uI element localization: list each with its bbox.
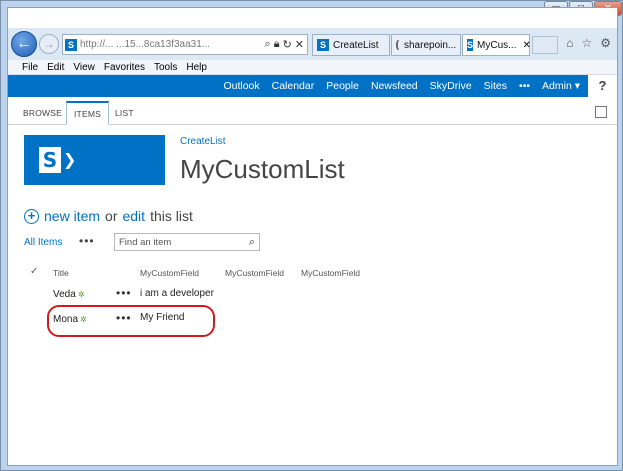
highlight-annotation <box>47 305 215 337</box>
address-bar[interactable]: S http://... ...15...8ca13f3aa31... ⌕ 🔒︎… <box>62 34 308 55</box>
sharepoint-favicon-icon: S <box>467 39 474 51</box>
suitebar-outlook[interactable]: Outlook <box>223 80 259 92</box>
home-icon[interactable]: ⌂ <box>566 36 573 50</box>
new-item-bar: + new item or edit this list <box>24 208 193 224</box>
lock-icon[interactable]: 🔒︎ <box>274 38 280 51</box>
edit-link[interactable]: edit <box>122 208 145 224</box>
site-logo[interactable]: S ❯ <box>24 135 165 185</box>
address-icons: ⌕ 🔒︎ ↻ ✕ <box>265 38 307 51</box>
search-icon[interactable]: ⌕ <box>265 38 271 51</box>
suitebar-skydrive[interactable]: SkyDrive <box>430 80 472 92</box>
tab-label: CreateList <box>333 39 379 51</box>
row-more-button[interactable]: ••• <box>116 286 132 300</box>
forward-arrow-icon: → <box>43 37 55 51</box>
add-circle-icon[interactable]: + <box>24 208 39 224</box>
breadcrumb[interactable]: CreateList <box>180 136 226 147</box>
address-text[interactable]: http://... ...15...8ca13f3aa31... <box>80 39 262 50</box>
row-title[interactable]: Veda <box>53 289 76 300</box>
menu-edit[interactable]: Edit <box>47 62 64 73</box>
focus-on-content-icon[interactable] <box>595 106 607 118</box>
back-arrow-icon: ← <box>16 35 32 52</box>
ribbon: BROWSE ITEMS LIST <box>8 97 617 125</box>
admin-menu[interactable]: Admin ▾ <box>542 80 580 92</box>
tab-items[interactable]: ITEMS <box>66 101 109 125</box>
sharepoint-arrow-icon: ❯ <box>63 152 77 169</box>
browser-window: ▭ □ ✕ ← → S http://... ...15...8ca13f3aa… <box>0 0 623 471</box>
new-tab-button[interactable] <box>532 36 558 54</box>
sharepoint-logo-icon: S <box>39 147 61 173</box>
help-button[interactable]: ? <box>588 75 617 97</box>
column-header-field-3[interactable]: MyCustomField <box>301 268 360 278</box>
loading-spinner-icon <box>396 40 400 50</box>
column-header-title[interactable]: Title <box>53 268 69 278</box>
search-icon[interactable]: ⌕ <box>249 236 255 249</box>
view-more-button[interactable]: ••• <box>79 234 95 248</box>
tab-createlist[interactable]: S CreateList <box>312 34 390 56</box>
suitebar-calendar[interactable]: Calendar <box>272 80 315 92</box>
row-field-value: i am a developer <box>140 288 214 299</box>
navigation-bar: ← → S http://... ...15...8ca13f3aa31... … <box>8 28 617 60</box>
tab-label: MyCus... <box>477 39 517 51</box>
refresh-icon[interactable]: ↻ <box>283 38 292 51</box>
or-text: or <box>105 208 118 224</box>
table-row[interactable]: Veda ✲ <box>53 289 85 300</box>
tab-sharepoint[interactable]: sharepoin... <box>391 34 461 56</box>
browser-viewport: ← → S http://... ...15...8ca13f3aa31... … <box>7 7 618 466</box>
menu-bar: File Edit View Favorites Tools Help <box>8 60 617 75</box>
tab-browse[interactable]: BROWSE <box>16 101 69 125</box>
favorites-star-icon[interactable]: ☆ <box>581 36 592 50</box>
sharepoint-favicon-icon: S <box>65 38 77 51</box>
forward-button[interactable]: → <box>39 34 59 54</box>
menu-view[interactable]: View <box>73 62 95 73</box>
suitebar-more[interactable]: ••• <box>519 80 530 92</box>
column-header-field-2[interactable]: MyCustomField <box>225 268 284 278</box>
search-input[interactable]: Find an item <box>119 237 171 248</box>
tab-list[interactable]: LIST <box>108 101 141 125</box>
browser-toolbar: ⌂ ☆ ⚙ <box>566 36 611 50</box>
menu-tools[interactable]: Tools <box>154 62 177 73</box>
tab-label: sharepoin... <box>404 39 457 51</box>
new-item-link[interactable]: new item <box>44 208 100 224</box>
menu-favorites[interactable]: Favorites <box>104 62 145 73</box>
this-list-text: this list <box>150 208 193 224</box>
suitebar-sites[interactable]: Sites <box>484 80 507 92</box>
suitebar-people[interactable]: People <box>326 80 359 92</box>
search-box[interactable]: Find an item ⌕ <box>114 233 260 251</box>
menu-help[interactable]: Help <box>186 62 207 73</box>
new-item-icon: ✲ <box>77 290 85 299</box>
select-all-check-icon[interactable]: ✓ <box>30 266 38 277</box>
page-title: MyCustomList <box>180 154 345 184</box>
back-button[interactable]: ← <box>11 31 37 57</box>
tab-close-icon[interactable]: ✕ <box>522 40 530 51</box>
suitebar-newsfeed[interactable]: Newsfeed <box>371 80 418 92</box>
sharepoint-favicon-icon: S <box>317 39 329 51</box>
view-all-items[interactable]: All Items <box>24 237 62 248</box>
tab-mycustomlist[interactable]: S MyCus... ✕ <box>462 34 531 56</box>
settings-gear-icon[interactable]: ⚙ <box>600 36 611 50</box>
column-header-field-1[interactable]: MyCustomField <box>140 268 199 278</box>
stop-icon[interactable]: ✕ <box>295 38 304 51</box>
menu-file[interactable]: File <box>22 62 38 73</box>
suite-bar: Outlook Calendar People Newsfeed SkyDriv… <box>8 75 588 97</box>
